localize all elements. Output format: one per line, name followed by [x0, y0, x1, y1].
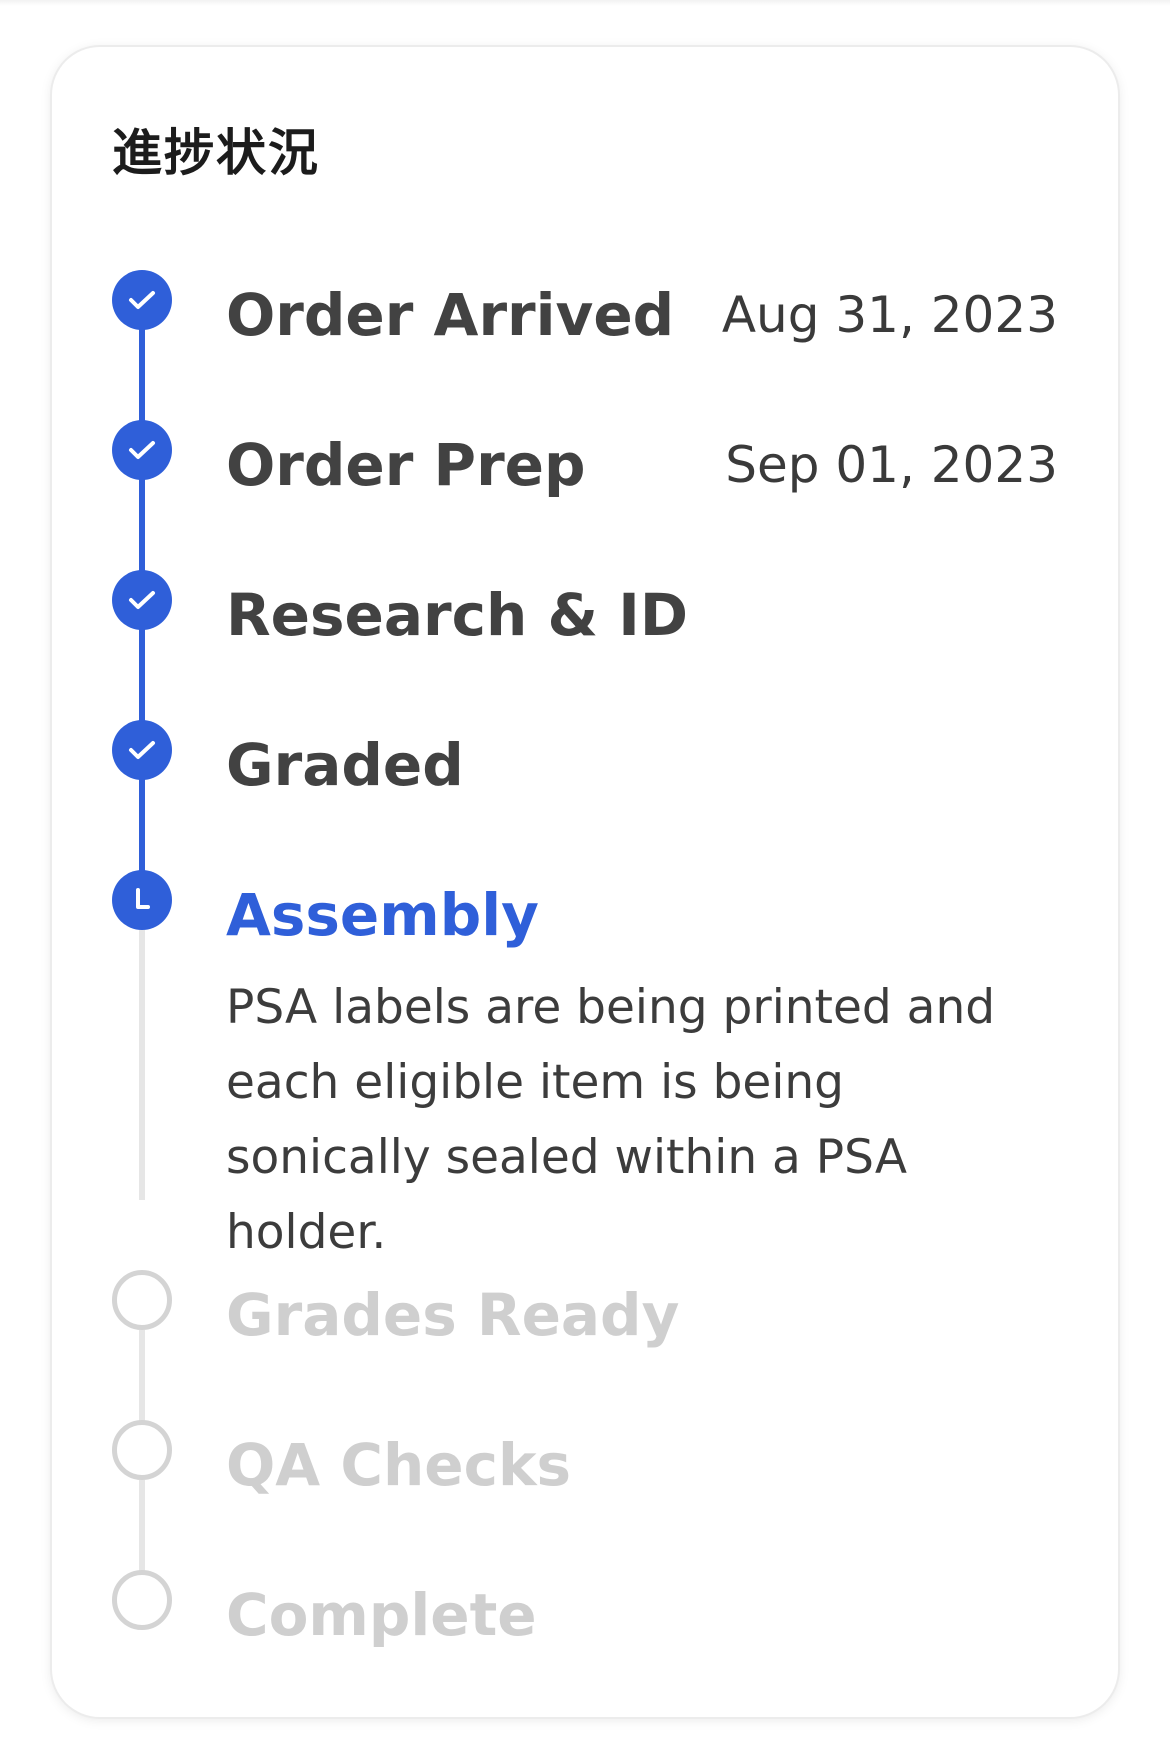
check-icon — [112, 270, 172, 330]
check-icon — [112, 720, 172, 780]
step-label-order-arrived: Order Arrived — [226, 281, 675, 349]
step-description-assembly: PSA labels are being printed and each el… — [226, 980, 996, 1260]
empty-circle-icon — [112, 1270, 172, 1330]
card-title: 進捗状況 — [112, 124, 320, 182]
step-label-grades-ready: Grades Ready — [226, 1281, 680, 1349]
empty-circle-icon — [112, 1570, 172, 1630]
top-divider — [0, 0, 1170, 6]
timeline-rail-pending — [139, 930, 145, 1200]
step-label-qa-checks: QA Checks — [226, 1431, 572, 1499]
step-label-research-id: Research & ID — [226, 581, 688, 649]
step-label-assembly: Assembly — [226, 881, 539, 949]
check-icon — [112, 570, 172, 630]
step-date-order-arrived: Aug 31, 2023 — [721, 286, 1058, 344]
clock-icon — [112, 870, 172, 930]
check-icon — [112, 420, 172, 480]
empty-circle-icon — [112, 1420, 172, 1480]
step-label-complete: Complete — [226, 1581, 537, 1649]
step-label-graded: Graded — [226, 731, 464, 799]
step-label-order-prep: Order Prep — [226, 431, 586, 499]
step-date-order-prep: Sep 01, 2023 — [725, 436, 1058, 494]
